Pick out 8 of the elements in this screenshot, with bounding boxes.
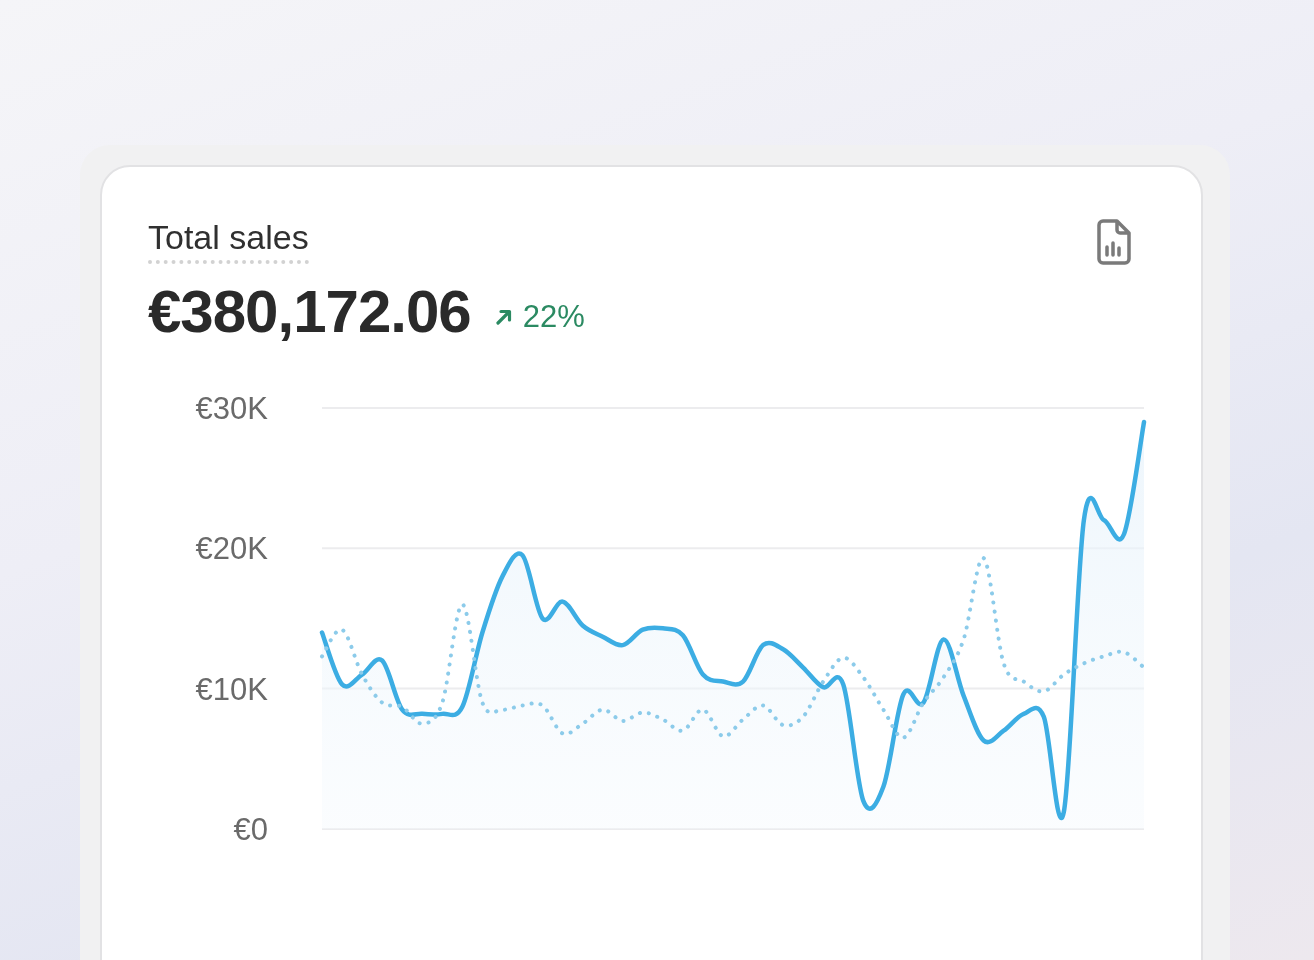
- up-arrow-icon: [494, 307, 513, 326]
- y-axis-label: €10K: [195, 671, 268, 707]
- y-axis-label: €20K: [195, 531, 268, 567]
- y-axis-label: €0: [233, 811, 268, 847]
- total-amount: €380,172.06: [148, 277, 471, 346]
- card-title[interactable]: Total sales: [148, 219, 309, 265]
- y-axis-label: €30K: [195, 391, 268, 426]
- change-percent: 22%: [522, 298, 585, 335]
